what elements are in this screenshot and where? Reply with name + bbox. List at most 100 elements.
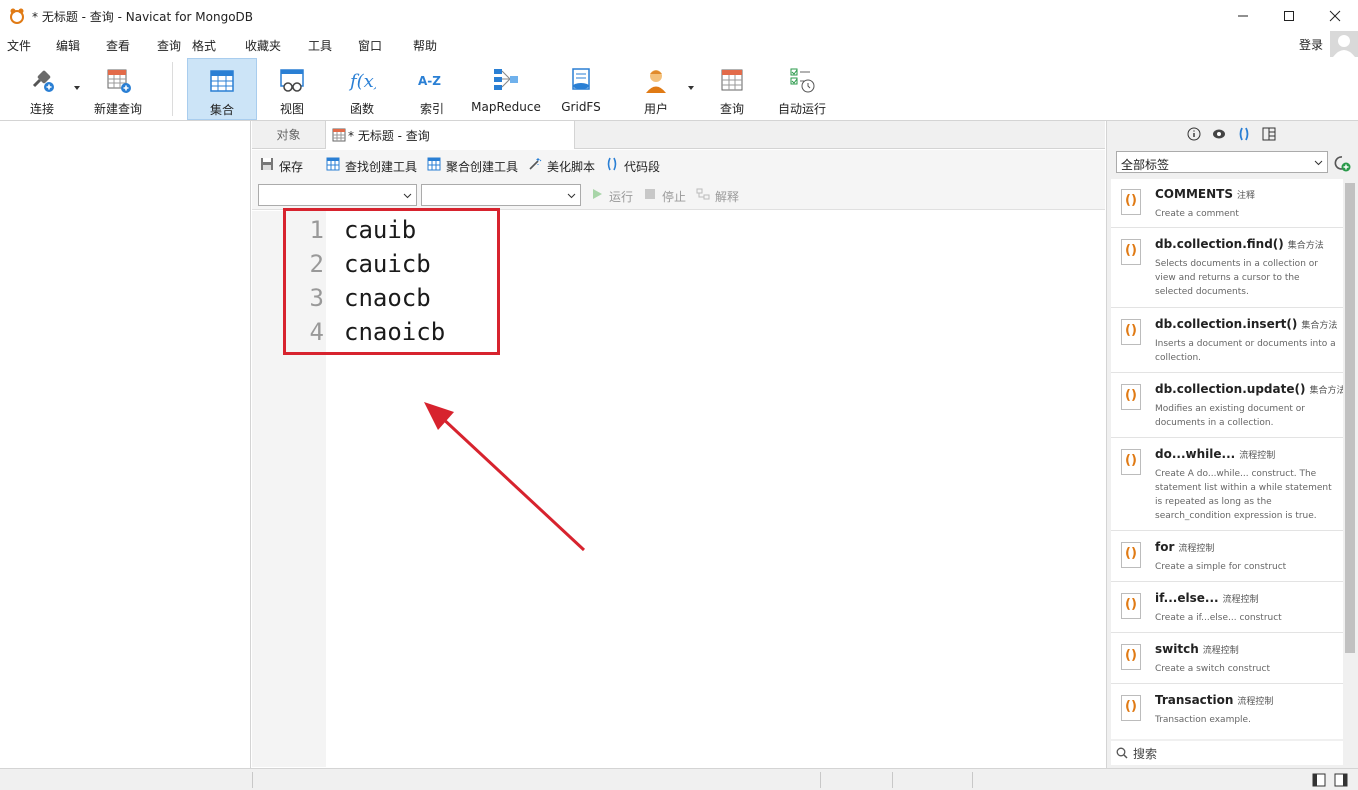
snippet-tag: 流程控制 bbox=[1202, 646, 1239, 656]
toggle-right-pane-icon[interactable] bbox=[1334, 773, 1348, 787]
window-title: * 无标题 - 查询 - Navicat for MongoDB bbox=[32, 10, 254, 24]
collection-button[interactable]: 集合 bbox=[187, 58, 257, 120]
info-icon[interactable] bbox=[1187, 127, 1201, 141]
tab-query-label: * 无标题 - 查询 bbox=[348, 129, 430, 143]
snippet-file-icon: () bbox=[1121, 319, 1141, 345]
connect-dropdown-arrow[interactable] bbox=[74, 86, 80, 90]
snippet-description: Create A do...while... construct. The st… bbox=[1155, 469, 1332, 521]
aggregate-builder-button[interactable]: 聚合创建工具 bbox=[446, 158, 518, 175]
find-builder-button[interactable]: 查找创建工具 bbox=[345, 158, 417, 175]
snippet-file-icon: () bbox=[1121, 542, 1141, 568]
menu-edit[interactable]: 编辑 bbox=[56, 37, 80, 54]
snippet-tag-filter-value: 全部标签 bbox=[1121, 158, 1170, 172]
svg-text:f(x): f(x) bbox=[348, 71, 376, 92]
list-item[interactable]: () Transaction 流程控制 Transaction example. bbox=[1111, 685, 1343, 735]
snippet-description: Transaction example. bbox=[1155, 715, 1251, 725]
query-icon bbox=[721, 69, 743, 91]
maximize-button[interactable] bbox=[1266, 0, 1312, 31]
connection-tree-pane[interactable] bbox=[0, 121, 251, 768]
scrollbar-thumb[interactable] bbox=[1345, 183, 1355, 653]
menu-help[interactable]: 帮助 bbox=[413, 37, 437, 54]
snippet-search-field[interactable]: 搜索 bbox=[1111, 741, 1343, 765]
new-query-button[interactable]: 新建查询 bbox=[88, 58, 148, 120]
automation-button[interactable]: 自动运行 bbox=[772, 58, 832, 120]
avatar[interactable] bbox=[1330, 31, 1358, 57]
status-divider bbox=[972, 772, 973, 788]
user-button[interactable]: 用户 bbox=[626, 58, 686, 120]
layout-icon[interactable] bbox=[1262, 127, 1276, 141]
snippet-description: Selects documents in a collection or vie… bbox=[1155, 259, 1318, 297]
list-item[interactable]: () switch 流程控制 Create a switch construct bbox=[1111, 634, 1343, 684]
tab-objects[interactable]: 对象 bbox=[252, 121, 325, 148]
snippet-search-placeholder: 搜索 bbox=[1133, 747, 1158, 761]
list-item[interactable]: () if...else... 流程控制 Create a if...else..… bbox=[1111, 583, 1343, 633]
list-item[interactable]: () db.collection.insert() 集合方法 Inserts a … bbox=[1111, 309, 1343, 373]
run-icon bbox=[593, 189, 602, 199]
view-button[interactable]: 视图 bbox=[259, 58, 325, 120]
snippet-tag-filter[interactable]: 全部标签 bbox=[1116, 151, 1328, 173]
menu-view[interactable]: 查看 bbox=[106, 37, 130, 54]
menu-query[interactable]: 查询 bbox=[157, 37, 181, 54]
menu-window[interactable]: 窗口 bbox=[358, 37, 382, 54]
svg-text:A-Z: A-Z bbox=[418, 74, 441, 88]
navicat-logo-icon bbox=[10, 8, 24, 24]
preview-eye-icon[interactable] bbox=[1212, 127, 1226, 141]
snippet-description: Modifies an existing document or documen… bbox=[1155, 404, 1305, 428]
snippet-title: switch bbox=[1155, 642, 1199, 656]
query-button[interactable]: 查询 bbox=[702, 58, 762, 120]
beautify-button[interactable]: 美化脚本 bbox=[547, 158, 595, 175]
user-silhouette-icon bbox=[1333, 35, 1355, 57]
snippet-description: Create a simple for construct bbox=[1155, 562, 1287, 572]
snippet-title: db.collection.find() bbox=[1155, 237, 1284, 251]
gridfs-button[interactable]: GridFS bbox=[550, 58, 612, 120]
snippet-file-icon: () bbox=[1121, 239, 1141, 265]
list-item[interactable]: () db.collection.update() 集合方法 Modifies a… bbox=[1111, 374, 1343, 438]
minimize-button[interactable] bbox=[1220, 0, 1266, 31]
snippet-description: Inserts a document or documents into a c… bbox=[1155, 339, 1336, 363]
stop-icon bbox=[645, 189, 655, 199]
function-button[interactable]: f(x) 函数 bbox=[330, 58, 394, 120]
find-builder-icon bbox=[326, 157, 340, 171]
collection-label: 集合 bbox=[209, 103, 234, 117]
menu-favorites[interactable]: 收藏夹 bbox=[245, 37, 281, 54]
database-select[interactable] bbox=[258, 184, 417, 206]
explain-button[interactable]: 解释 bbox=[715, 188, 739, 205]
annotation-highlight-box bbox=[283, 208, 500, 355]
mapreduce-icon bbox=[494, 69, 518, 90]
mapreduce-button[interactable]: MapReduce bbox=[468, 58, 544, 120]
list-item[interactable]: () do...while... 流程控制 Create A do...while… bbox=[1111, 439, 1343, 531]
index-button[interactable]: A-Z 索引 bbox=[400, 58, 464, 120]
menu-tools[interactable]: 工具 bbox=[308, 37, 332, 54]
run-button[interactable]: 运行 bbox=[609, 188, 633, 205]
gridfs-label: GridFS bbox=[561, 100, 601, 114]
collection-select[interactable] bbox=[421, 184, 581, 206]
title-bar: * 无标题 - 查询 - Navicat for MongoDB bbox=[0, 0, 1358, 31]
snippet-title: db.collection.insert() bbox=[1155, 317, 1298, 331]
save-button[interactable]: 保存 bbox=[279, 158, 303, 175]
menu-format[interactable]: 格式 bbox=[192, 37, 216, 54]
user-icon bbox=[646, 70, 666, 93]
toggle-left-pane-icon[interactable] bbox=[1312, 773, 1326, 787]
stop-button[interactable]: 停止 bbox=[662, 188, 686, 205]
list-item[interactable]: () for 流程控制 Create a simple for construct bbox=[1111, 532, 1343, 582]
list-item[interactable]: () COMMENTS 注释 Create a comment bbox=[1111, 179, 1343, 228]
user-dropdown-arrow[interactable] bbox=[688, 86, 694, 90]
tab-query[interactable]: * 无标题 - 查询 bbox=[325, 121, 575, 149]
aggregate-builder-icon bbox=[427, 157, 441, 171]
menu-file[interactable]: 文件 bbox=[7, 37, 31, 54]
main-toolbar: 连接 新建查询 集合 视图 f(x) 函数 A-Z 索引 bbox=[0, 58, 1358, 120]
snippet-file-icon: () bbox=[1121, 695, 1141, 721]
add-snippet-icon[interactable] bbox=[1333, 154, 1351, 172]
snippet-tag: 集合方法 bbox=[1301, 321, 1338, 331]
new-query-icon bbox=[107, 69, 131, 93]
query-run-toolbar: 运行 停止 解释 bbox=[252, 180, 1105, 210]
connect-button[interactable]: 连接 bbox=[14, 58, 70, 120]
snippet-list-scrollbar[interactable] bbox=[1343, 179, 1357, 739]
snippet-button[interactable]: 代码段 bbox=[624, 158, 660, 175]
menu-bar: 文件 编辑 查看 查询 格式 收藏夹 工具 窗口 帮助 登录 bbox=[0, 31, 1358, 58]
search-icon bbox=[1116, 747, 1128, 759]
close-window-button[interactable] bbox=[1312, 0, 1358, 31]
list-item[interactable]: () db.collection.find() 集合方法 Selects docu… bbox=[1111, 229, 1343, 308]
login-link[interactable]: 登录 bbox=[1299, 36, 1323, 53]
snippet-braces-icon[interactable] bbox=[1237, 127, 1251, 141]
